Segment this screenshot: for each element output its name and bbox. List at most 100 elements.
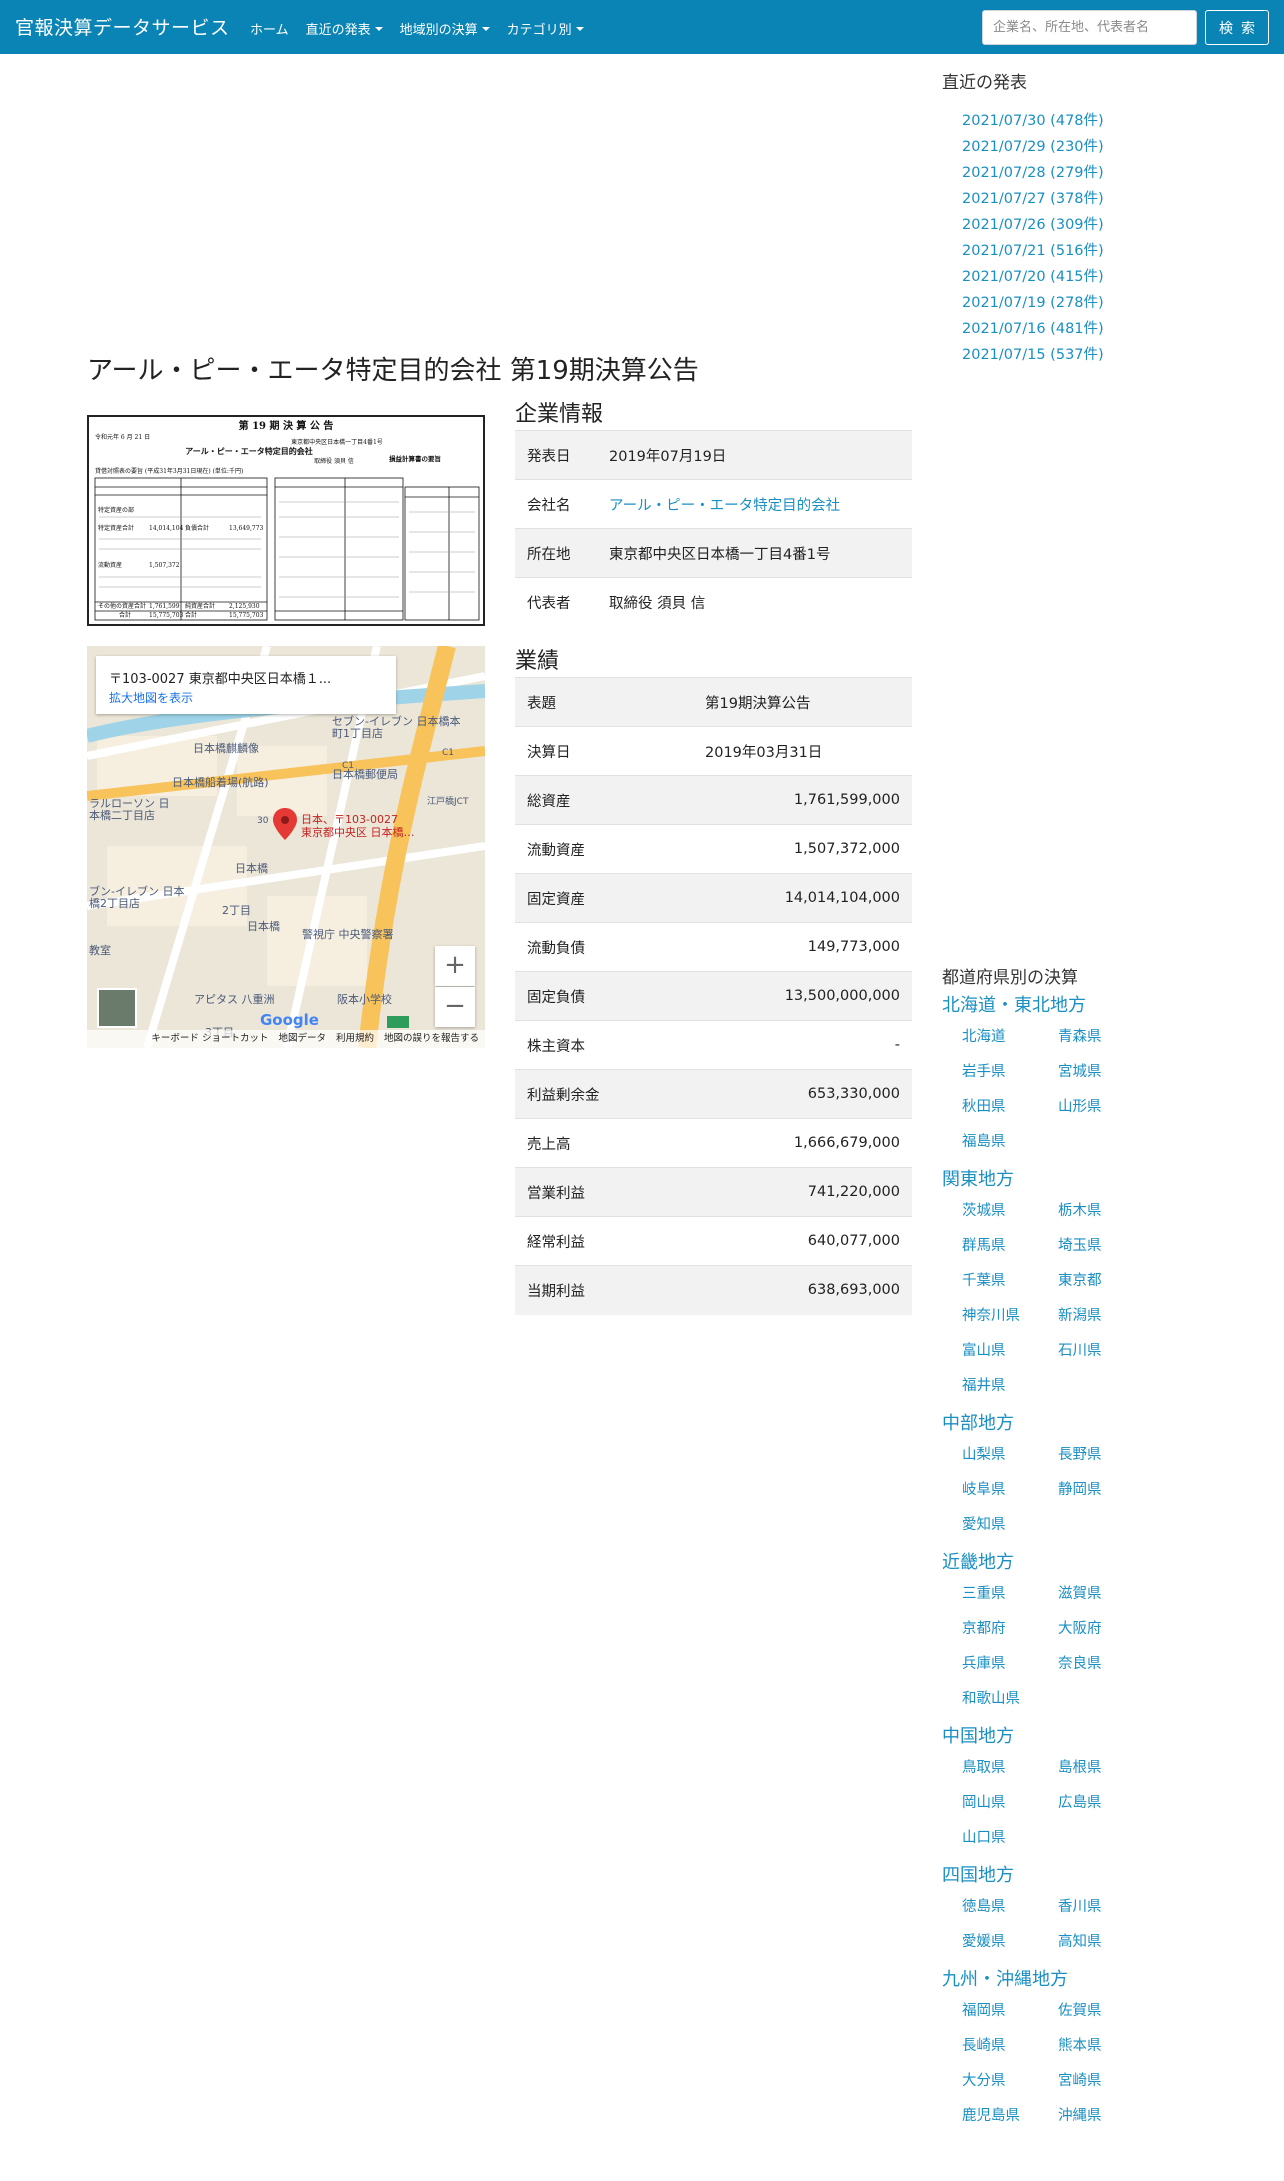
map-footer: キーボード ショートカット 地図データ 利用規約 地図の誤りを報告する <box>87 1030 485 1048</box>
performance-value: 第19期決算公告 <box>693 677 912 727</box>
prefecture-link[interactable]: 石川県 <box>1058 1340 1154 1375</box>
prefecture-link[interactable]: 山形県 <box>1058 1096 1154 1131</box>
prefecture-link[interactable]: 岐阜県 <box>962 1479 1058 1514</box>
prefecture-link[interactable]: 広島県 <box>1058 1792 1154 1827</box>
region-link[interactable]: 関東地方 <box>942 1166 1262 1200</box>
prefecture-link[interactable]: 島根県 <box>1058 1757 1154 1792</box>
prefecture-link[interactable]: 宮崎県 <box>1058 2070 1154 2105</box>
prefecture-link[interactable]: 千葉県 <box>962 1270 1058 1305</box>
performance-row: 固定資産 14,014,104,000 <box>515 873 912 923</box>
nav-recent-dropdown[interactable]: 直近の発表 <box>306 19 383 38</box>
performance-row: 流動資産 1,507,372,000 <box>515 824 912 874</box>
nav-category-dropdown[interactable]: カテゴリ別 <box>507 19 584 38</box>
recent-date-link[interactable]: 2021/07/27 (378件) <box>962 186 1104 212</box>
notice-scan-image[interactable]: 第 19 期 決 算 公 告 令和元年 6 月 21 日 東京都中央区日本橋一丁… <box>87 415 485 626</box>
company-info-row: 代表者 取締役 須貝 信 <box>515 577 912 627</box>
prefecture-link[interactable]: 熊本県 <box>1058 2035 1154 2070</box>
prefecture-link[interactable]: 群馬県 <box>962 1235 1058 1270</box>
performance-value: 1,761,599,000 <box>693 775 912 825</box>
search-button[interactable]: 検索 <box>1205 10 1269 45</box>
recent-date-link[interactable]: 2021/07/15 (537件) <box>962 342 1104 368</box>
prefecture-link[interactable]: 佐賀県 <box>1058 2000 1154 2035</box>
performance-value: 1,507,372,000 <box>693 824 912 874</box>
notice-company: アール・ピー・エータ特定目的会社 <box>185 446 313 456</box>
performance-row: 総資産 1,761,599,000 <box>515 775 912 825</box>
prefecture-link[interactable]: 徳島県 <box>962 1896 1058 1931</box>
prefecture-link[interactable]: 山口県 <box>962 1827 1058 1862</box>
prefecture-link[interactable]: 福島県 <box>962 1131 1058 1166</box>
performance-value: 741,220,000 <box>693 1167 912 1217</box>
recent-date-link[interactable]: 2021/07/29 (230件) <box>962 134 1104 160</box>
prefecture-link[interactable]: 茨城県 <box>962 1200 1058 1235</box>
map-zoom-in-button[interactable]: + <box>435 946 475 986</box>
prefecture-link[interactable]: 三重県 <box>962 1583 1058 1618</box>
recent-date-link[interactable]: 2021/07/20 (415件) <box>962 264 1104 290</box>
prefecture-link[interactable]: 沖縄県 <box>1058 2105 1154 2140</box>
recent-date-link[interactable]: 2021/07/19 (278件) <box>962 290 1104 316</box>
notice-bs-title: 貸借対照表の要旨 (平成31年3月31日現在) (単位:千円) <box>95 467 243 475</box>
prefecture-link[interactable]: 奈良県 <box>1058 1653 1154 1688</box>
notice-rep: 取締役 須貝 信 <box>314 457 354 465</box>
prefecture-link[interactable]: 長野県 <box>1058 1444 1154 1479</box>
notice-right-row: 負債合計 <box>185 524 209 532</box>
nav-region-dropdown[interactable]: 地域別の決算 <box>400 19 490 38</box>
prefecture-link[interactable]: 栃木県 <box>1058 1200 1154 1235</box>
map-satellite-toggle[interactable] <box>97 988 137 1028</box>
map-data-link[interactable]: 地図データ <box>278 1030 326 1048</box>
prefecture-link[interactable]: 宮城県 <box>1058 1061 1154 1096</box>
prefecture-link[interactable]: 愛媛県 <box>962 1931 1058 1966</box>
prefecture-link[interactable]: 高知県 <box>1058 1931 1154 1966</box>
prefecture-link[interactable]: 長崎県 <box>962 2035 1058 2070</box>
prefecture-link[interactable]: 福井県 <box>962 1375 1058 1410</box>
prefecture-link[interactable]: 岩手県 <box>962 1061 1058 1096</box>
region-link[interactable]: 北海道・東北地方 <box>942 992 1262 1026</box>
prefecture-link[interactable]: 東京都 <box>1058 1270 1154 1305</box>
prefecture-link[interactable]: 鹿児島県 <box>962 2105 1058 2140</box>
search-input[interactable] <box>982 10 1197 45</box>
region-link[interactable]: 四国地方 <box>942 1862 1262 1896</box>
company-info-row: 所在地 東京都中央区日本橋一丁目4番1号 <box>515 528 912 578</box>
prefecture-link[interactable]: 新潟県 <box>1058 1305 1154 1340</box>
performance-label: 利益剰余金 <box>515 1069 693 1119</box>
prefecture-link[interactable]: 福岡県 <box>962 2000 1058 2035</box>
prefecture-link[interactable]: 岡山県 <box>962 1792 1058 1827</box>
prefecture-link[interactable]: 青森県 <box>1058 1026 1154 1061</box>
prefecture-link[interactable]: 静岡県 <box>1058 1479 1154 1514</box>
nav-home[interactable]: ホーム <box>250 19 289 38</box>
map-keyboard-shortcuts-link[interactable]: キーボード ショートカット <box>151 1030 268 1048</box>
prefecture-link[interactable]: 北海道 <box>962 1026 1058 1061</box>
prefecture-link[interactable]: 香川県 <box>1058 1896 1154 1931</box>
prefecture-link[interactable]: 富山県 <box>962 1340 1058 1375</box>
recent-date-link[interactable]: 2021/07/26 (309件) <box>962 212 1104 238</box>
recent-date-link[interactable]: 2021/07/16 (481件) <box>962 316 1104 342</box>
map-enlarge-link[interactable]: 拡大地図を表示 <box>109 689 193 706</box>
prefecture-link[interactable]: 滋賀県 <box>1058 1583 1154 1618</box>
prefecture-link[interactable]: 神奈川県 <box>962 1305 1058 1340</box>
region-link[interactable]: 中国地方 <box>942 1723 1262 1757</box>
location-pin-icon[interactable] <box>273 808 297 840</box>
prefecture-link[interactable]: 兵庫県 <box>962 1653 1058 1688</box>
prefecture-link[interactable]: 京都府 <box>962 1618 1058 1653</box>
map-info-card: 〒103-0027 東京都中央区日本橋１... 拡大地図を表示 <box>96 656 396 714</box>
region-link[interactable]: 九州・沖縄地方 <box>942 1966 1262 2000</box>
prefecture-link[interactable]: 大阪府 <box>1058 1618 1154 1653</box>
prefecture-link[interactable]: 埼玉県 <box>1058 1235 1154 1270</box>
prefecture-link[interactable]: 大分県 <box>962 2070 1058 2105</box>
prefecture-link[interactable]: 鳥取県 <box>962 1757 1058 1792</box>
prefecture-link[interactable]: 秋田県 <box>962 1096 1058 1131</box>
site-brand[interactable]: 官報決算データサービス <box>15 13 230 40</box>
recent-date-link[interactable]: 2021/07/28 (279件) <box>962 160 1104 186</box>
map-zoom-out-button[interactable]: − <box>435 987 475 1027</box>
map-report-link[interactable]: 地図の誤りを報告する <box>384 1030 479 1048</box>
map-terms-link[interactable]: 利用規約 <box>336 1030 374 1048</box>
prefecture-link[interactable]: 山梨県 <box>962 1444 1058 1479</box>
region-link[interactable]: 中部地方 <box>942 1410 1262 1444</box>
recent-date-link[interactable]: 2021/07/30 (478件) <box>962 108 1104 134</box>
notice-right-row: 合計 <box>185 611 197 619</box>
google-map[interactable]: 日本、〒103-0027 東京都中央区 日本橋… 日本橋麒麟像 日本橋船着場(航… <box>87 646 485 1048</box>
company-name-link[interactable]: アール・ピー・エータ特定目的会社 <box>597 479 912 529</box>
prefecture-link[interactable]: 和歌山県 <box>962 1688 1058 1723</box>
region-link[interactable]: 近畿地方 <box>942 1549 1262 1583</box>
prefecture-link[interactable]: 愛知県 <box>962 1514 1058 1549</box>
recent-date-link[interactable]: 2021/07/21 (516件) <box>962 238 1104 264</box>
